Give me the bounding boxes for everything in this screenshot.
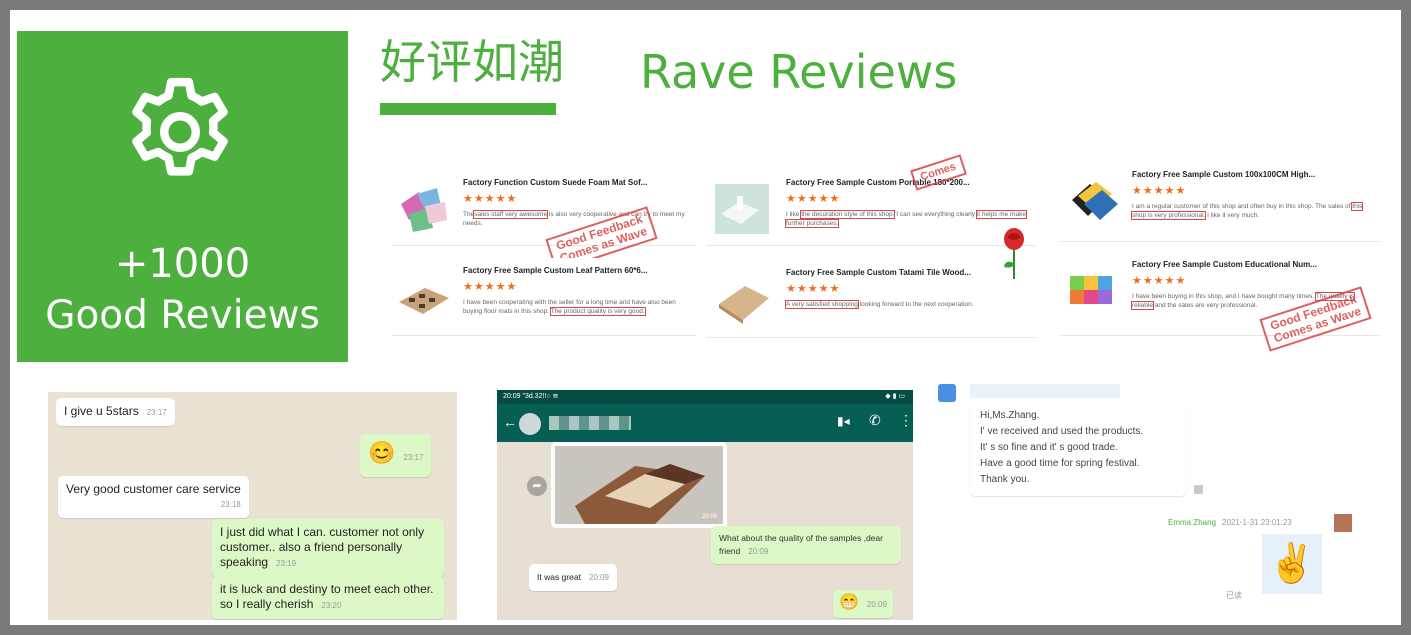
rating-stars: ★★★★★: [786, 283, 841, 295]
review-text: I am a regular customer of this shop and…: [1130, 202, 1364, 220]
avatar[interactable]: [519, 413, 541, 435]
forward-icon[interactable]: ➦: [527, 476, 547, 496]
chat-message-sent: it is luck and destiny to meet each othe…: [212, 576, 444, 619]
rating-stars: ★★★★★: [786, 193, 841, 205]
chat-message-received: It was great 20:09: [529, 564, 617, 591]
chat-message-sent: 😁 20:09: [833, 590, 893, 618]
chat-message-sent: 😊 23:17: [360, 434, 432, 477]
mat-photo: [555, 446, 723, 524]
product-thumbnail: [719, 286, 769, 324]
product-name: Factory Free Sample Custom Leaf Pattern …: [463, 266, 648, 275]
chat-screenshot-3: Hi,Ms.Zhang. I' ve received and used the…: [936, 378, 1364, 616]
product-thumbnail: [1072, 182, 1118, 220]
gear-icon: [132, 77, 228, 176]
chat-header: ← ▮◂ ✆ ⋮: [497, 404, 913, 442]
rating-stars: ★★★★★: [463, 281, 518, 293]
rating-stars: ★★★★★: [1132, 275, 1187, 287]
review-text: I have been cooperating with the seller …: [463, 299, 676, 316]
contact-name-blurred: [549, 416, 631, 430]
product-thumbnail: [715, 184, 769, 234]
chat-message-received: I give u 5stars 23:17: [56, 398, 175, 426]
title-underline: [380, 103, 556, 115]
emoji-message: ✌️: [1262, 534, 1322, 594]
page-title-chinese: 好评如潮: [380, 35, 564, 89]
product-name: Factory Free Sample Custom 100x100CM Hig…: [1132, 170, 1316, 179]
product-name: Factory Free Sample Custom Educational N…: [1132, 260, 1317, 269]
video-call-icon[interactable]: ▮◂: [837, 414, 850, 428]
contact-name-blurred: [970, 384, 1120, 398]
app-icon: [938, 384, 956, 402]
review-card: Factory Free Sample Custom Leaf Pattern …: [391, 258, 696, 336]
rating-stars: ★★★★★: [1132, 185, 1187, 197]
review-card: Factory Free Sample Custom 100x100CM Hig…: [1060, 162, 1380, 242]
status-bar: 20:09 "3d.32!!○ ≌ ◆ ▮ ▭: [497, 390, 913, 404]
message-status-square: [1194, 485, 1203, 494]
sender-name: Emma Zhang: [1168, 518, 1217, 527]
review-text: I like the decoration style of this shop…: [785, 210, 1027, 228]
chat-message-sent: What about the quality of the samples ,d…: [711, 526, 901, 564]
back-arrow-icon[interactable]: ←: [503, 414, 517, 430]
product-thumbnail: [1070, 276, 1112, 304]
review-text: Thesales staff very awesome is also very…: [463, 210, 685, 227]
review-card: Factory Free Sample Custom Tatami Tile W…: [706, 260, 1036, 338]
sender-avatar: [1334, 514, 1352, 532]
chat-screenshot-2: 20:09 "3d.32!!○ ≌ ◆ ▮ ▭ ← ▮◂ ✆ ⋮ ➦ 20:09 …: [497, 390, 913, 620]
chat-screenshot-1: I give u 5stars 23:17 😊 23:17 Very good cu…: [48, 392, 457, 620]
product-name: Factory Function Custom Suede Foam Mat S…: [463, 178, 648, 187]
review-card: Factory Free Sample Custom Portable 180*…: [706, 170, 1036, 246]
phone-icon[interactable]: ✆: [869, 412, 881, 429]
chat-message-received: Hi,Ms.Zhang. I' ve received and used the…: [970, 400, 1186, 496]
good-reviews-banner: +1000 Good Reviews: [17, 31, 348, 362]
read-status: 已读: [1226, 591, 1242, 600]
reviews-count: +1000: [114, 241, 251, 287]
more-options-icon[interactable]: ⋮: [899, 412, 913, 429]
photo-message[interactable]: 20:09: [551, 442, 727, 528]
chat-message-received: Very good customer care service 23:18: [58, 476, 249, 518]
product-thumbnail: [401, 188, 447, 232]
message-timestamp: 2021-1-31 23:01:23: [1222, 518, 1292, 527]
chat-message-sent: I just did what I can. customer not only…: [212, 519, 444, 577]
product-thumbnail: [399, 288, 449, 314]
rose-icon: [1004, 228, 1024, 279]
product-name: Factory Free Sample Custom Tatami Tile W…: [786, 268, 971, 277]
review-text: A very satisfied shopping looking forwar…: [785, 300, 974, 309]
rating-stars: ★★★★★: [463, 193, 518, 205]
page-title-english: Rave Reviews: [640, 45, 958, 99]
reviews-label: Good Reviews: [45, 293, 320, 338]
